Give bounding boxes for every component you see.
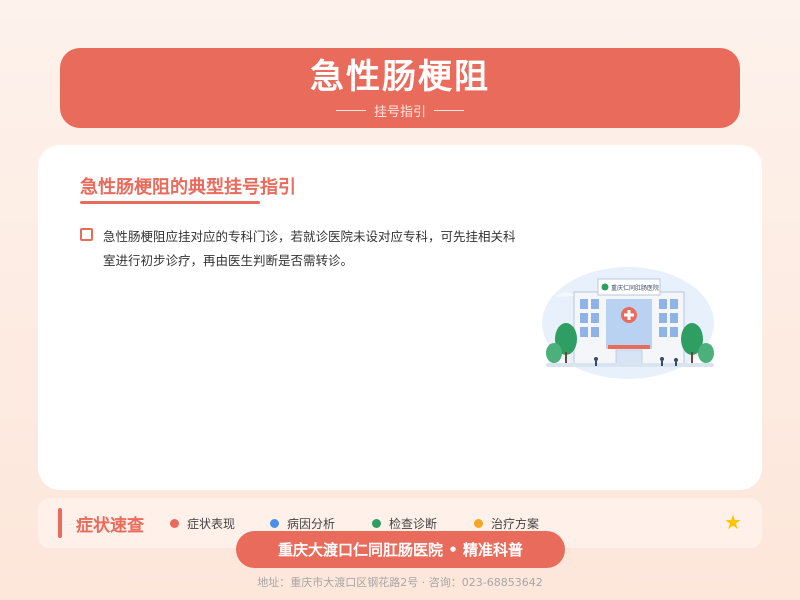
- checkbox-bullet-icon: [80, 228, 93, 241]
- tag-diagnosis[interactable]: 检查诊断: [372, 515, 437, 532]
- tag-label: 病因分析: [287, 517, 336, 531]
- tag-label: 检查诊断: [389, 517, 438, 531]
- dot-icon: [474, 519, 483, 528]
- dot-icon: [372, 519, 381, 528]
- tag-treatment[interactable]: 治疗方案: [474, 515, 539, 532]
- footer-address: 地址：重庆市大渡口区钢花路2号 · 咨询：023-68853642: [257, 576, 543, 589]
- subtitle-right-line: [434, 109, 464, 111]
- card-title: 急性肠梗阻的典型挂号指引: [80, 177, 296, 198]
- dot-icon: [170, 519, 179, 528]
- card-title-underline: [80, 201, 260, 204]
- tag-label: 症状表现: [187, 517, 236, 531]
- tag-label: 治疗方案: [491, 517, 540, 531]
- hospital-icon: 重庆仁同肛肠医院: [542, 267, 714, 379]
- dot-icon: [270, 519, 279, 528]
- subtitle-text: 挂号指引: [373, 104, 426, 120]
- subtitle-left-line: [335, 109, 366, 111]
- page-title: 急性肠梗阻: [310, 56, 490, 97]
- tag-cause[interactable]: 病因分析: [270, 515, 335, 532]
- header-banner: 急性肠梗阻 挂号指引: [60, 48, 740, 128]
- brand-pill: 重庆大渡口仁同肛肠医院 • 精准科普: [236, 531, 565, 568]
- symptom-accent-bar: [58, 508, 62, 538]
- symptom-title: 症状速查: [76, 516, 144, 536]
- content-card: 急性肠梗阻的典型挂号指引 急性肠梗阻应挂对应的专科门诊，若就诊医院未设对应专科，…: [38, 145, 762, 490]
- svg-text:重庆仁同肛肠医院: 重庆仁同肛肠医院: [611, 284, 659, 292]
- card-content: 急性肠梗阻应挂对应的专科门诊，若就诊医院未设对应专科，可先挂相关科室进行初步诊疗…: [103, 229, 516, 268]
- tag-symptoms[interactable]: 症状表现: [170, 515, 235, 532]
- page-subtitle: 挂号指引: [335, 101, 464, 120]
- star-icon[interactable]: ★: [724, 510, 742, 534]
